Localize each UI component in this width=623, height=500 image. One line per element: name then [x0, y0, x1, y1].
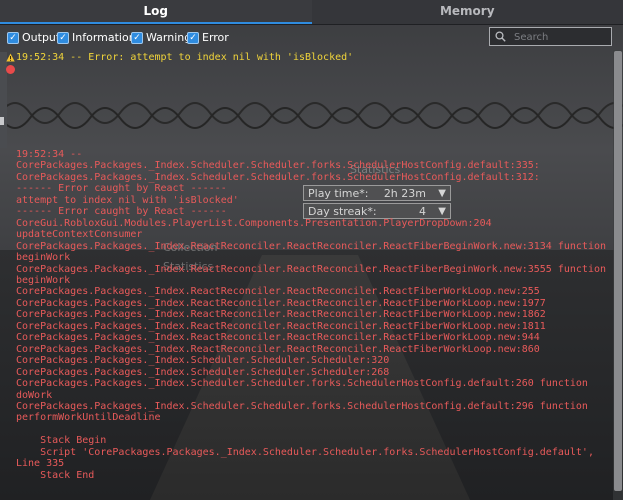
tab-memory[interactable]: Memory	[312, 0, 623, 24]
filter-error-label: Error	[202, 31, 229, 44]
error-log-entry: 19:52:34 -- CorePackages.Packages._Index.…	[16, 149, 616, 481]
error-log-line: Line 335	[16, 458, 65, 470]
error-log-line: doWork	[16, 389, 53, 401]
error-log-line: performWorkUntilDeadline	[16, 412, 161, 424]
error-icon	[6, 65, 15, 74]
log-output: 19:52:34 -- Error: attempt to index nil …	[16, 52, 616, 63]
console-tab-bar: Log Memory	[0, 0, 623, 24]
error-log-line: CorePackages.Packages._Index.Scheduler.S…	[16, 366, 390, 378]
error-log-line: updateContextConsumer	[16, 229, 143, 241]
barbed-wire-decoration	[0, 102, 623, 129]
error-log-line: Script 'CorePackages.Packages._Index.Sch…	[16, 446, 594, 458]
error-log-line: CorePackages.Packages._Index.Scheduler.S…	[16, 171, 540, 183]
edge-marker	[0, 117, 4, 125]
filter-output-label: Output	[22, 31, 61, 44]
error-log-line	[16, 424, 616, 435]
error-log-line: beginWork	[16, 274, 71, 286]
filter-warning-label: Warning	[146, 31, 192, 44]
error-log-line: CorePackages.Packages._Index.Scheduler.S…	[16, 378, 588, 390]
search-box[interactable]	[489, 27, 612, 46]
search-input[interactable]	[512, 29, 612, 46]
filter-information-label: Information	[72, 31, 136, 44]
error-log-line: CorePackages.Packages._Index.ReactReconc…	[16, 286, 540, 298]
error-log-line: CorePackages.Packages._Index.ReactReconc…	[16, 320, 546, 332]
error-log-line: CorePackages.Packages._Index.ReactReconc…	[16, 297, 546, 309]
error-log-line: CoreGui.RobloxGui.Modules.PlayerList.Com…	[16, 217, 492, 229]
filter-information[interactable]: ✓ Information	[57, 31, 136, 44]
error-log-line: CorePackages.Packages._Index.Scheduler.S…	[16, 355, 390, 367]
warning-icon	[6, 53, 15, 62]
error-log-line: CorePackages.Packages._Index.Scheduler.S…	[16, 400, 588, 412]
error-log-line: Stack End	[16, 469, 95, 481]
filter-warning[interactable]: ✓ Warning	[131, 31, 191, 44]
checkbox-checked-icon[interactable]: ✓	[57, 31, 69, 44]
error-log-line: ------ Error caught by React ------	[16, 206, 227, 218]
log-scrollbar-thumb[interactable]	[614, 51, 622, 491]
checkbox-checked-icon[interactable]: ✓	[7, 31, 19, 44]
search-icon	[495, 31, 506, 42]
error-log-line: CorePackages.Packages._Index.ReactReconc…	[16, 332, 540, 344]
error-log-line: attempt to index nil with 'isBlocked'	[16, 194, 239, 206]
error-log-line: CorePackages.Packages._Index.ReactReconc…	[16, 240, 607, 252]
filter-error[interactable]: ✓ Error	[187, 31, 229, 44]
checkbox-checked-icon[interactable]: ✓	[131, 31, 143, 44]
error-log-line: CorePackages.Packages._Index.Scheduler.S…	[16, 160, 540, 172]
error-log-line: beginWork	[16, 252, 71, 264]
filter-output[interactable]: ✓ Output	[7, 31, 60, 44]
checkbox-checked-icon[interactable]: ✓	[187, 31, 199, 44]
tab-log[interactable]: Log	[0, 0, 312, 24]
error-log-line: 19:52:34 --	[16, 149, 83, 160]
error-log-line: ------ Error caught by React ------	[16, 183, 227, 195]
error-log-line: CorePackages.Packages._Index.ReactReconc…	[16, 263, 607, 275]
error-log-line: CorePackages.Packages._Index.ReactReconc…	[16, 343, 540, 355]
error-log-line: Stack Begin	[16, 435, 107, 447]
error-log-line: CorePackages.Packages._Index.ReactReconc…	[16, 309, 546, 321]
warning-log-entry: 19:52:34 -- Error: attempt to index nil …	[16, 52, 354, 63]
